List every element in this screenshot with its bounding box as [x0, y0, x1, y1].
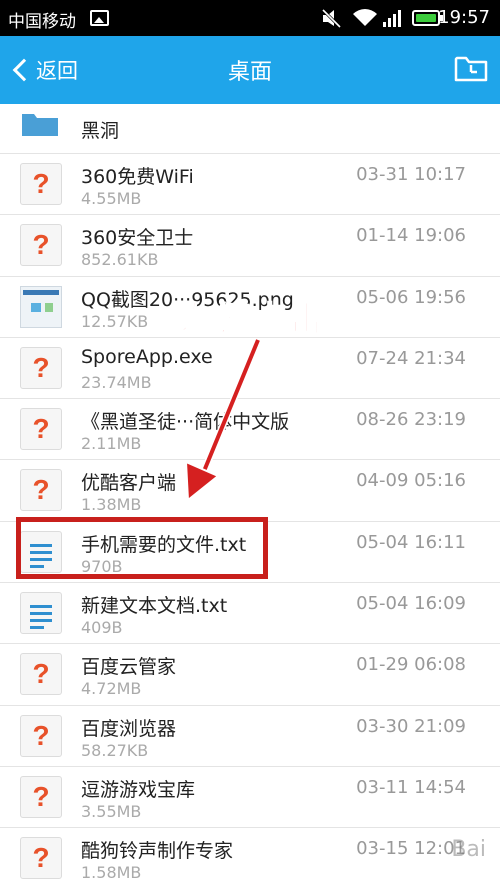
file-name: 优酷客户端	[81, 472, 177, 495]
unknown-file-icon: ?	[20, 408, 62, 451]
file-size: 409B	[81, 618, 123, 638]
file-date: 05-04 16:11	[356, 531, 466, 553]
unknown-file-icon: ?	[20, 775, 62, 818]
list-item[interactable]: ? 360安全卫士 852.61KB 01-14 19:06	[0, 215, 500, 277]
file-size: 4.55MB	[81, 189, 142, 208]
list-item[interactable]: ? 百度云管家 4.72MB 01-29 06:08	[0, 644, 500, 706]
arrow-down-left-icon	[184, 338, 262, 502]
file-size: 4.72MB	[81, 679, 142, 699]
file-date: 03-11 14:54	[356, 776, 466, 798]
unknown-file-icon: ?	[20, 346, 62, 389]
file-name: 新建文本文档.txt	[81, 595, 228, 618]
watermark: Bai	[451, 837, 486, 862]
unknown-file-icon: ?	[20, 469, 62, 512]
file-date: 04-09 05:16	[356, 470, 466, 492]
file-date: 03-31 10:17	[356, 164, 466, 185]
list-item[interactable]: ? 逗游游戏宝库 3.55MB 03-11 14:54	[0, 767, 500, 829]
annotation-label: 左键点击	[180, 299, 325, 341]
file-size: 2.11MB	[81, 434, 142, 454]
unknown-file-icon: ?	[20, 714, 62, 757]
unknown-file-icon: ?	[20, 653, 62, 696]
file-size: 1.38MB	[81, 495, 142, 515]
file-size: 12.57KB	[81, 311, 149, 331]
title-bar: 返回 桌面	[0, 36, 500, 104]
file-date: 08-26 23:19	[356, 409, 466, 431]
list-item[interactable]: ? 360免费WiFi 4.55MB 03-31 10:17	[0, 154, 500, 216]
status-bar: 中国移动 19:57	[0, 0, 500, 36]
list-item[interactable]: ? 酷狗铃声制作专家 1.58MB 03-15 12:01	[0, 828, 500, 888]
file-size: 852.61KB	[81, 250, 159, 270]
list-item[interactable]: 新建文本文档.txt 409B 05-04 16:09	[0, 583, 500, 645]
file-name: 360安全卫士	[81, 227, 194, 250]
file-name: 酷狗铃声制作专家	[81, 840, 234, 863]
folder-clock-icon[interactable]	[454, 53, 488, 83]
battery-icon	[412, 10, 443, 26]
file-size: 58.27KB	[81, 740, 149, 760]
signal-icon	[383, 10, 401, 27]
file-date: 03-15 12:01	[356, 838, 466, 860]
file-date: 01-14 19:06	[356, 225, 466, 247]
unknown-file-icon: ?	[20, 163, 62, 205]
file-name: 360免费WiFi	[81, 166, 194, 188]
file-size: 23.74MB	[81, 372, 152, 392]
file-name: 黑洞	[81, 120, 120, 142]
wifi-icon	[353, 9, 377, 26]
file-date: 05-04 16:09	[356, 593, 466, 615]
file-size: 1.58MB	[81, 863, 142, 883]
file-date: 05-06 19:56	[356, 286, 466, 308]
list-item[interactable]: 黑洞	[0, 104, 500, 154]
file-name: 逗游游戏宝库	[81, 778, 196, 801]
picture-icon	[90, 10, 109, 26]
image-thumbnail-icon	[20, 285, 62, 328]
file-date: 07-24 21:34	[356, 347, 466, 369]
list-item[interactable]: ? 百度浏览器 58.27KB 03-30 21:09	[0, 706, 500, 767]
folder-icon	[22, 114, 58, 136]
text-file-icon	[20, 592, 62, 635]
highlight-box	[16, 517, 268, 579]
file-size: 3.55MB	[81, 801, 142, 821]
file-name: 百度浏览器	[81, 717, 177, 740]
carrier-label: 中国移动	[8, 12, 76, 32]
page-title: 桌面	[227, 60, 272, 85]
unknown-file-icon: ?	[20, 224, 62, 267]
clock: 19:57	[438, 7, 490, 28]
file-date: 03-30 21:09	[356, 715, 466, 737]
file-date: 01-29 06:08	[356, 654, 466, 676]
mute-icon	[320, 8, 342, 28]
unknown-file-icon: ?	[20, 837, 62, 880]
file-name: 百度云管家	[81, 656, 177, 679]
